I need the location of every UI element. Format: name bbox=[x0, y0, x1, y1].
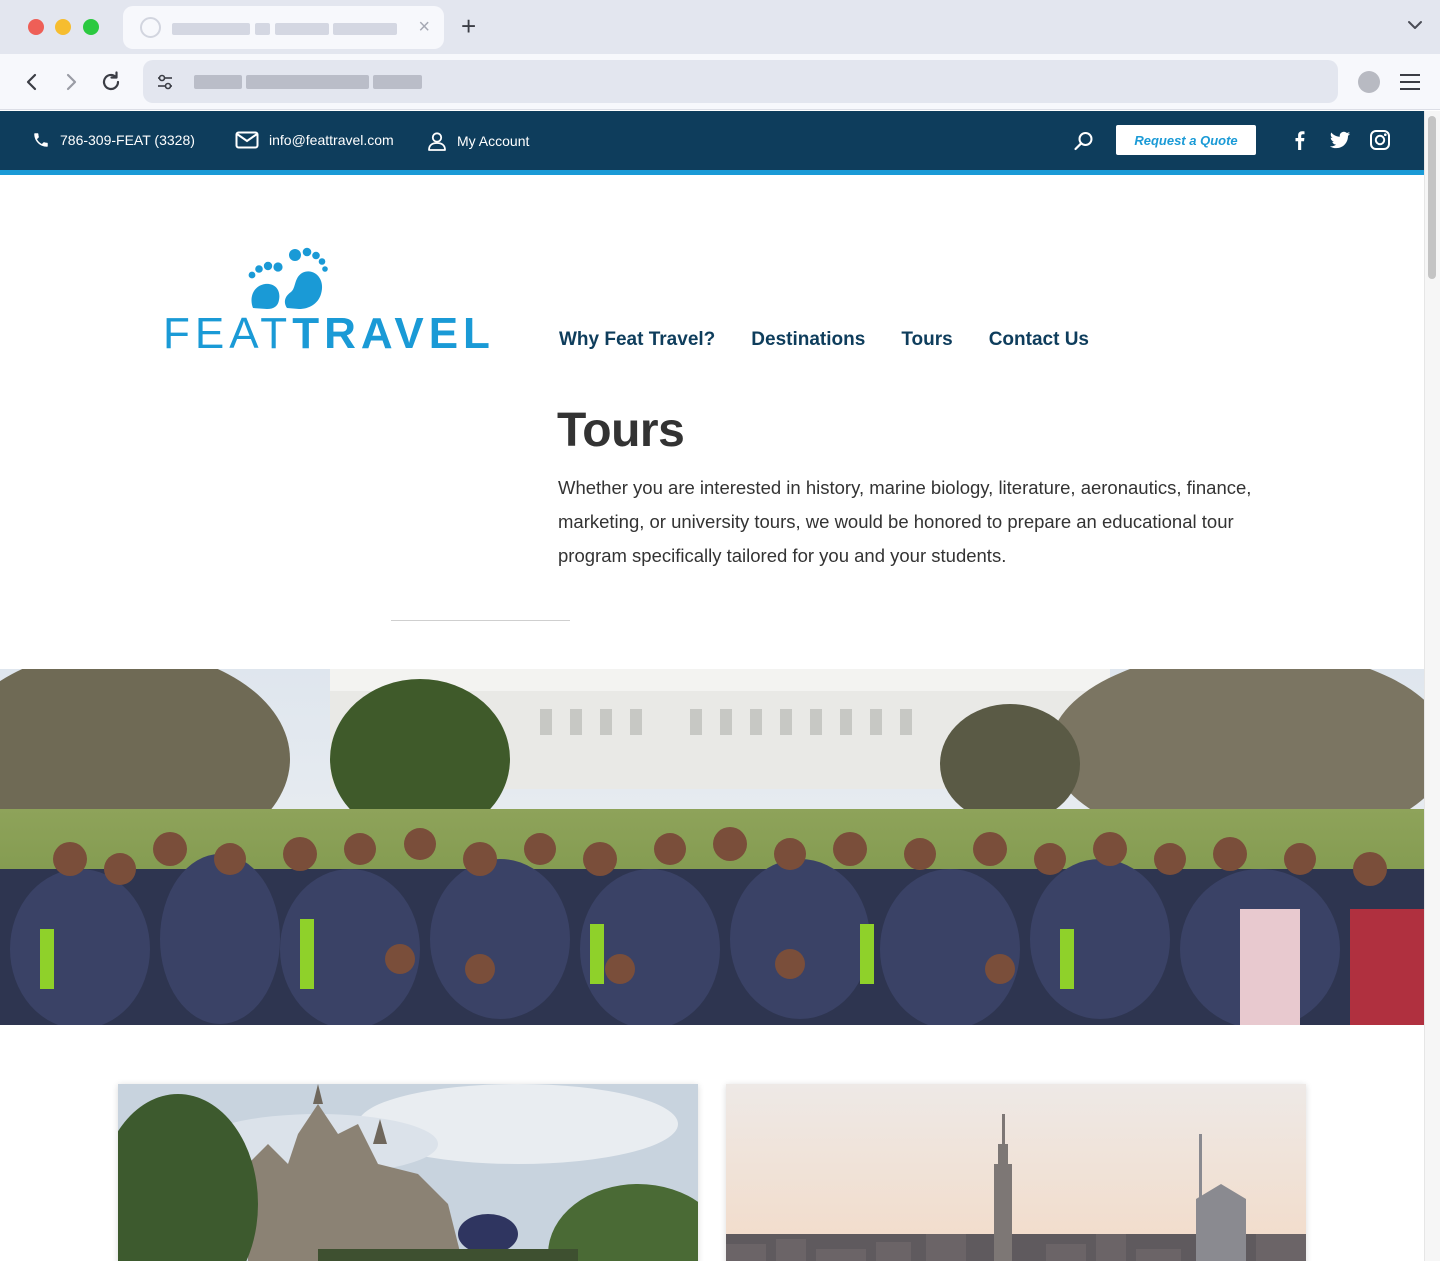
forward-arrow-icon[interactable] bbox=[57, 68, 85, 96]
email-address: info@feattravel.com bbox=[269, 132, 394, 148]
minimize-window-button[interactable] bbox=[55, 19, 71, 35]
web-page: 786-309-FEAT (3328) info@feattravel.com … bbox=[0, 111, 1424, 1261]
url-placeholder bbox=[373, 75, 422, 89]
facebook-icon[interactable] bbox=[1289, 129, 1311, 151]
browser-tab[interactable]: × bbox=[123, 6, 444, 49]
reload-icon[interactable] bbox=[97, 68, 125, 96]
instagram-icon[interactable] bbox=[1369, 129, 1391, 151]
mail-icon bbox=[235, 131, 259, 149]
nav-item-contact-us[interactable]: Contact Us bbox=[989, 329, 1089, 351]
browser-tab-bar: × + bbox=[0, 0, 1440, 54]
phone-link[interactable]: 786-309-FEAT (3328) bbox=[32, 131, 195, 149]
tab-list-chevron-icon[interactable] bbox=[1406, 16, 1424, 34]
url-placeholder bbox=[194, 75, 242, 89]
tour-card-photo-castle[interactable] bbox=[118, 1084, 698, 1261]
footprints-logo-icon bbox=[248, 247, 328, 309]
maximize-window-button[interactable] bbox=[83, 19, 99, 35]
feat-travel-logo[interactable]: FEATTRAVEL bbox=[163, 246, 490, 356]
phone-icon bbox=[34, 133, 48, 147]
close-window-button[interactable] bbox=[28, 19, 44, 35]
profile-avatar[interactable] bbox=[1358, 71, 1380, 93]
main-nav: Why Feat Travel? Destinations Tours Cont… bbox=[559, 329, 1125, 351]
my-account-link[interactable]: My Account bbox=[427, 131, 529, 151]
url-placeholder bbox=[246, 75, 369, 89]
logo-travel-text: TRAVEL bbox=[292, 309, 495, 358]
tab-favicon-icon bbox=[140, 17, 161, 38]
tour-card-photo-new-york[interactable] bbox=[726, 1084, 1306, 1261]
logo-wordmark: FEATTRAVEL bbox=[163, 312, 495, 356]
tab-close-icon[interactable]: × bbox=[418, 16, 430, 38]
nav-item-tours[interactable]: Tours bbox=[901, 329, 952, 351]
address-bar[interactable] bbox=[143, 60, 1338, 103]
phone-number: 786-309-FEAT (3328) bbox=[60, 132, 195, 148]
user-icon bbox=[428, 132, 446, 151]
utility-bar: 786-309-FEAT (3328) info@feattravel.com … bbox=[0, 111, 1424, 170]
new-tab-button[interactable]: + bbox=[461, 12, 476, 40]
browser-menu-icon[interactable] bbox=[1399, 72, 1421, 92]
twitter-icon[interactable] bbox=[1329, 129, 1351, 151]
site-settings-icon[interactable] bbox=[155, 72, 175, 92]
tab-title-placeholder bbox=[172, 23, 250, 35]
hero-group-photo bbox=[0, 669, 1424, 1025]
email-link[interactable]: info@feattravel.com bbox=[235, 131, 394, 149]
browser-toolbar bbox=[0, 54, 1440, 110]
page-scrollbar-thumb[interactable] bbox=[1428, 116, 1436, 279]
tab-title-placeholder bbox=[333, 23, 397, 35]
nav-item-why-feat-travel[interactable]: Why Feat Travel? bbox=[559, 329, 715, 351]
section-divider bbox=[391, 620, 570, 621]
request-quote-button[interactable]: Request a Quote bbox=[1116, 125, 1256, 155]
page-scrollbar[interactable] bbox=[1424, 111, 1440, 1261]
utility-bar-accent bbox=[0, 170, 1424, 175]
tab-title-placeholder bbox=[275, 23, 329, 35]
tab-title-placeholder bbox=[255, 23, 270, 35]
page-title: Tours bbox=[557, 404, 685, 457]
logo-feat-text: FEAT bbox=[163, 309, 293, 358]
back-arrow-icon[interactable] bbox=[18, 68, 46, 96]
intro-paragraph: Whether you are interested in history, m… bbox=[558, 477, 1252, 566]
nav-item-destinations[interactable]: Destinations bbox=[751, 329, 865, 351]
search-icon[interactable] bbox=[1073, 130, 1095, 152]
my-account-label: My Account bbox=[457, 133, 530, 149]
